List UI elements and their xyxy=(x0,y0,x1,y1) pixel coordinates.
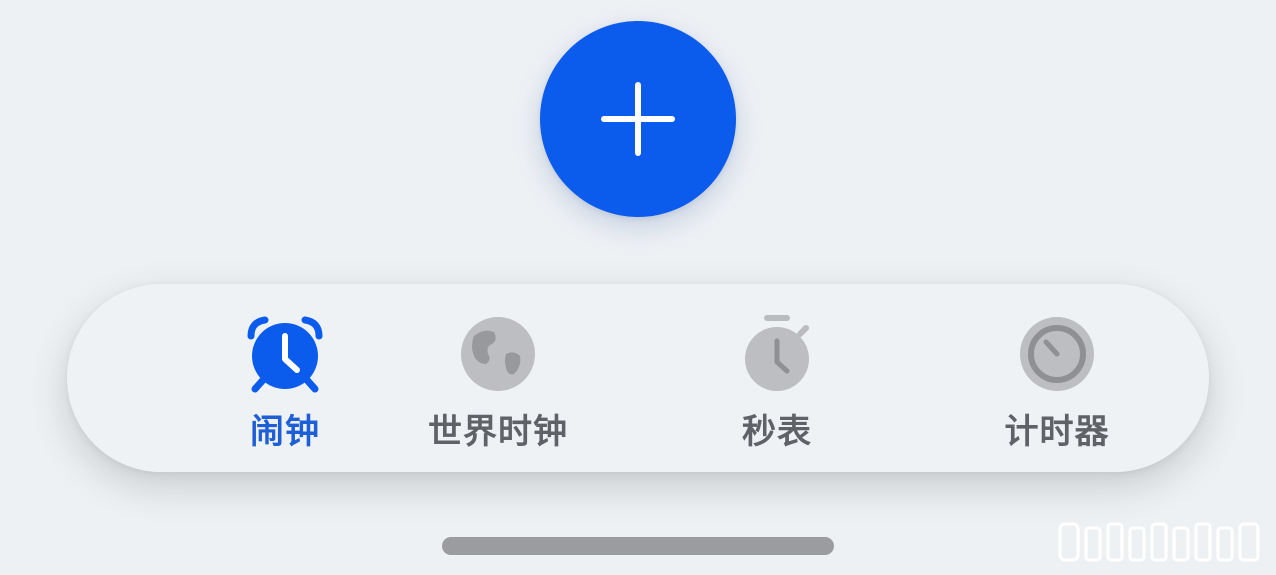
add-alarm-button[interactable] xyxy=(540,21,736,217)
alarm-clock-icon xyxy=(245,314,325,394)
tab-label-timer: 计时器 xyxy=(1004,412,1110,452)
tab-label-alarm: 闹钟 xyxy=(250,412,320,452)
watermark-logo xyxy=(1058,518,1268,566)
tab-timer[interactable]: 计时器 xyxy=(947,284,1167,472)
home-indicator xyxy=(442,537,834,555)
tab-label-stopwatch: 秒表 xyxy=(742,412,812,452)
globe-icon xyxy=(458,314,538,394)
timer-icon xyxy=(1017,314,1097,394)
tab-stopwatch[interactable]: 秒表 xyxy=(667,284,887,472)
tab-world-clock[interactable]: 世界时钟 xyxy=(388,284,608,472)
plus-icon xyxy=(601,82,675,156)
tab-alarm[interactable]: 闹钟 xyxy=(175,284,395,472)
bottom-tab-bar: 闹钟 世界时钟 秒表 计时器 xyxy=(67,284,1209,472)
tab-label-world-clock: 世界时钟 xyxy=(428,412,568,452)
stopwatch-icon xyxy=(737,314,817,394)
